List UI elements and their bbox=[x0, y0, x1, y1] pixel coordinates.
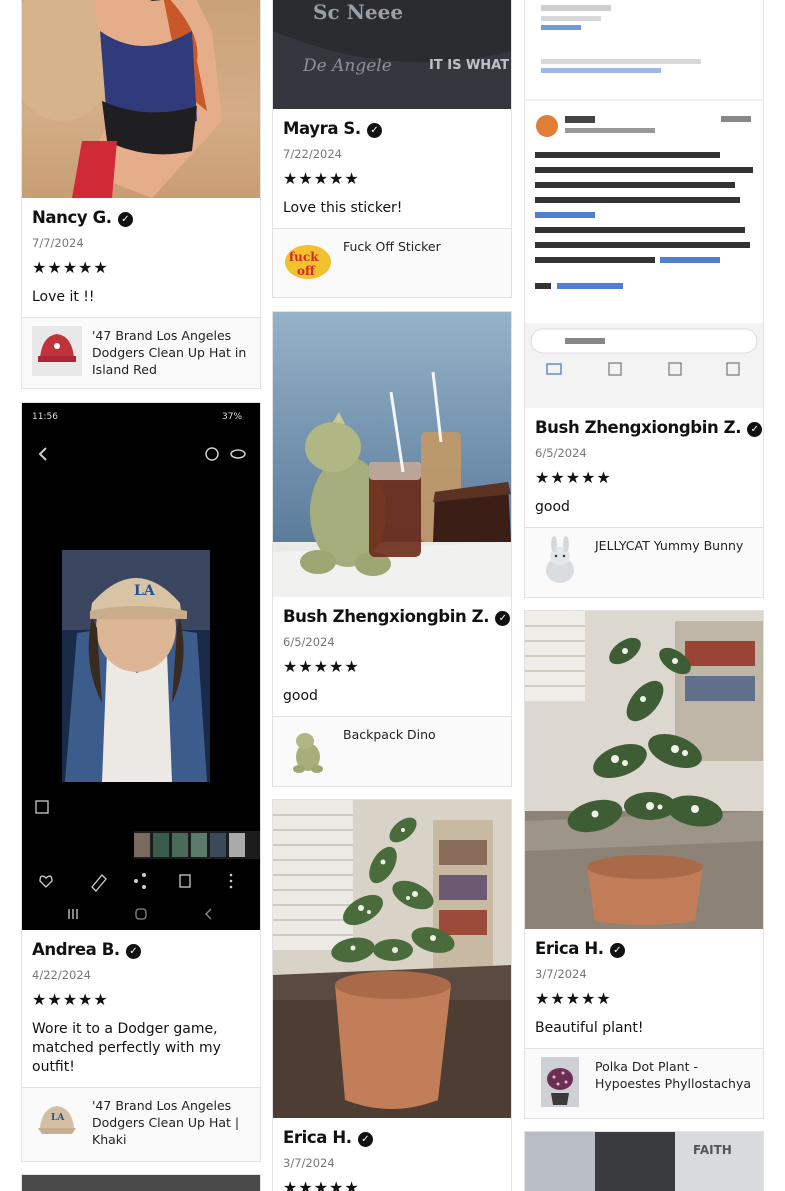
review-date: 6/5/2024 bbox=[535, 446, 587, 460]
review-photo-phone-screenshot: 11:56 37% LA bbox=[22, 403, 260, 930]
reviewer-name: Erica H. ✓ bbox=[283, 1128, 373, 1147]
product-name: '47 Brand Los Angeles Dodgers Clean Up H… bbox=[92, 328, 247, 377]
star-rating: ★★★★★ bbox=[32, 258, 109, 277]
svg-text:IT IS WHAT IT IS: IT IS WHAT IT IS bbox=[429, 58, 511, 73]
product-thumbnail[interactable] bbox=[541, 1057, 579, 1107]
review-photo[interactable] bbox=[525, 611, 763, 929]
product-thumbnail[interactable] bbox=[535, 536, 585, 586]
svg-text:LA: LA bbox=[134, 583, 156, 599]
review-date: 4/22/2024 bbox=[32, 968, 91, 982]
svg-text:Sc Neee: Sc Neee bbox=[313, 0, 403, 24]
red-cap-image bbox=[32, 326, 82, 376]
review-photo[interactable]: FAITH bbox=[525, 1132, 763, 1191]
review-card[interactable] bbox=[21, 1174, 261, 1191]
review-card[interactable]: 11:56 37% LA Andrea B. ✓ 4/22/2024 ★★★★★… bbox=[21, 402, 261, 1162]
review-product-link[interactable]: Backpack Dino bbox=[273, 716, 511, 786]
sticker-logo-text: fuck bbox=[289, 250, 319, 264]
review-card[interactable]: Bush Zhengxiongbin Z. ✓ 6/5/2024 ★★★★★ go… bbox=[272, 311, 512, 787]
review-photo-sticker-on-jacket: Sc Neee De Angele IT IS WHAT IT IS bbox=[273, 0, 511, 109]
sticker-thumbnail-image: fuck off bbox=[283, 237, 333, 287]
bunny-plush-image bbox=[535, 536, 585, 586]
review-photo-polka-dot-plant bbox=[525, 611, 763, 929]
review-text: good bbox=[535, 499, 570, 515]
review-card[interactable]: Bush Zhengxiongbin Z. ✓ 6/5/2024 ★★★★★ go… bbox=[524, 0, 764, 598]
star-rating: ★★★★★ bbox=[283, 169, 360, 188]
star-rating: ★★★★★ bbox=[535, 989, 612, 1008]
svg-text:De Angele: De Angele bbox=[302, 56, 392, 76]
review-photo[interactable]: Sc Neee De Angele IT IS WHAT IT IS bbox=[273, 0, 511, 109]
review-photo[interactable]: 11:56 37% LA bbox=[22, 403, 260, 930]
review-date: 6/5/2024 bbox=[283, 635, 335, 649]
reviewer-name: Bush Zhengxiongbin Z. ✓ bbox=[283, 607, 511, 626]
product-name: JELLYCAT Yummy Bunny bbox=[595, 538, 744, 553]
verified-check-icon: ✓ bbox=[747, 422, 763, 437]
verified-check-icon: ✓ bbox=[495, 611, 511, 626]
product-name: Polka Dot Plant - Hypoestes Phyllostachy… bbox=[595, 1059, 752, 1091]
review-photo-woman-selfie bbox=[22, 0, 222, 198]
reviewer-name: Mayra S. ✓ bbox=[283, 119, 382, 138]
product-name: Fuck Off Sticker bbox=[343, 239, 441, 254]
verified-check-icon: ✓ bbox=[117, 212, 133, 227]
product-thumbnail[interactable] bbox=[32, 326, 82, 376]
review-card[interactable]: Erica H. ✓ 3/7/2024 ★★★★★ Beautiful plant… bbox=[524, 610, 764, 1119]
review-product-link[interactable]: '47 Brand Los Angeles Dodgers Clean Up H… bbox=[22, 317, 260, 388]
star-rating: ★★★★★ bbox=[32, 990, 109, 1009]
review-text: Love it !! bbox=[32, 289, 95, 305]
review-text: good bbox=[283, 688, 318, 704]
review-product-link[interactable]: LA '47 Brand Los Angeles Dodgers Clean U… bbox=[22, 1087, 260, 1161]
review-photo-dino-with-drinks bbox=[273, 312, 511, 597]
review-text: Love this sticker! bbox=[283, 200, 403, 216]
star-rating: ★★★★★ bbox=[283, 657, 360, 676]
review-product-link[interactable]: fuck off Fuck Off Sticker bbox=[273, 228, 511, 297]
review-date: 7/7/2024 bbox=[32, 236, 84, 250]
review-date: 3/7/2024 bbox=[283, 1156, 335, 1170]
review-photo[interactable] bbox=[273, 800, 511, 1118]
star-rating: ★★★★★ bbox=[535, 468, 612, 487]
review-product-link[interactable]: Polka Dot Plant - Hypoestes Phyllostachy… bbox=[525, 1048, 763, 1118]
svg-text:37%: 37% bbox=[222, 412, 242, 422]
review-photo[interactable] bbox=[525, 0, 763, 408]
review-card[interactable]: Erica H. ✓ 3/7/2024 ★★★★★ bbox=[272, 799, 512, 1191]
star-rating: ★★★★★ bbox=[283, 1178, 360, 1191]
review-photo-email-screenshot bbox=[525, 0, 763, 408]
dino-plush-image bbox=[283, 725, 333, 775]
review-date: 7/22/2024 bbox=[283, 147, 342, 161]
product-name: '47 Brand Los Angeles Dodgers Clean Up H… bbox=[92, 1098, 240, 1147]
reviewer-name: Erica H. ✓ bbox=[535, 939, 625, 958]
reviewer-name: Andrea B. ✓ bbox=[32, 940, 141, 959]
verified-check-icon: ✓ bbox=[125, 944, 141, 959]
review-photo-partial: FAITH bbox=[525, 1132, 763, 1191]
product-thumbnail[interactable]: LA bbox=[32, 1096, 82, 1146]
review-date: 3/7/2024 bbox=[535, 967, 587, 981]
svg-text:FAITH: FAITH bbox=[693, 1143, 732, 1157]
svg-text:11:56: 11:56 bbox=[32, 412, 58, 422]
product-thumbnail[interactable]: fuck off bbox=[283, 237, 333, 287]
svg-text:off: off bbox=[297, 264, 316, 278]
review-card[interactable]: Nancy G. ✓ 7/7/2024 ★★★★★ Love it !! '47 … bbox=[21, 0, 261, 389]
verified-check-icon: ✓ bbox=[609, 943, 625, 958]
review-card[interactable]: FAITH bbox=[524, 1131, 764, 1191]
product-name: Backpack Dino bbox=[343, 727, 436, 742]
review-product-link[interactable]: JELLYCAT Yummy Bunny bbox=[525, 527, 763, 597]
verified-check-icon: ✓ bbox=[357, 1132, 373, 1147]
verified-check-icon: ✓ bbox=[366, 123, 382, 138]
svg-text:LA: LA bbox=[51, 1113, 65, 1123]
review-card[interactable]: Sc Neee De Angele IT IS WHAT IT IS Mayra… bbox=[272, 0, 512, 298]
review-photo-polka-dot-plant bbox=[273, 800, 511, 1118]
reviewer-name: Nancy G. ✓ bbox=[32, 208, 133, 227]
review-photo[interactable] bbox=[22, 1175, 260, 1191]
product-thumbnail[interactable] bbox=[283, 725, 333, 775]
review-text: Wore it to a Dodger game, matched perfec… bbox=[32, 1021, 221, 1075]
review-photo[interactable] bbox=[273, 312, 511, 597]
review-photo[interactable] bbox=[22, 0, 260, 198]
reviewer-name: Bush Zhengxiongbin Z. ✓ bbox=[535, 418, 763, 437]
khaki-cap-image: LA bbox=[32, 1096, 82, 1146]
polka-dot-plant-image bbox=[541, 1057, 579, 1107]
review-text: Beautiful plant! bbox=[535, 1020, 644, 1036]
